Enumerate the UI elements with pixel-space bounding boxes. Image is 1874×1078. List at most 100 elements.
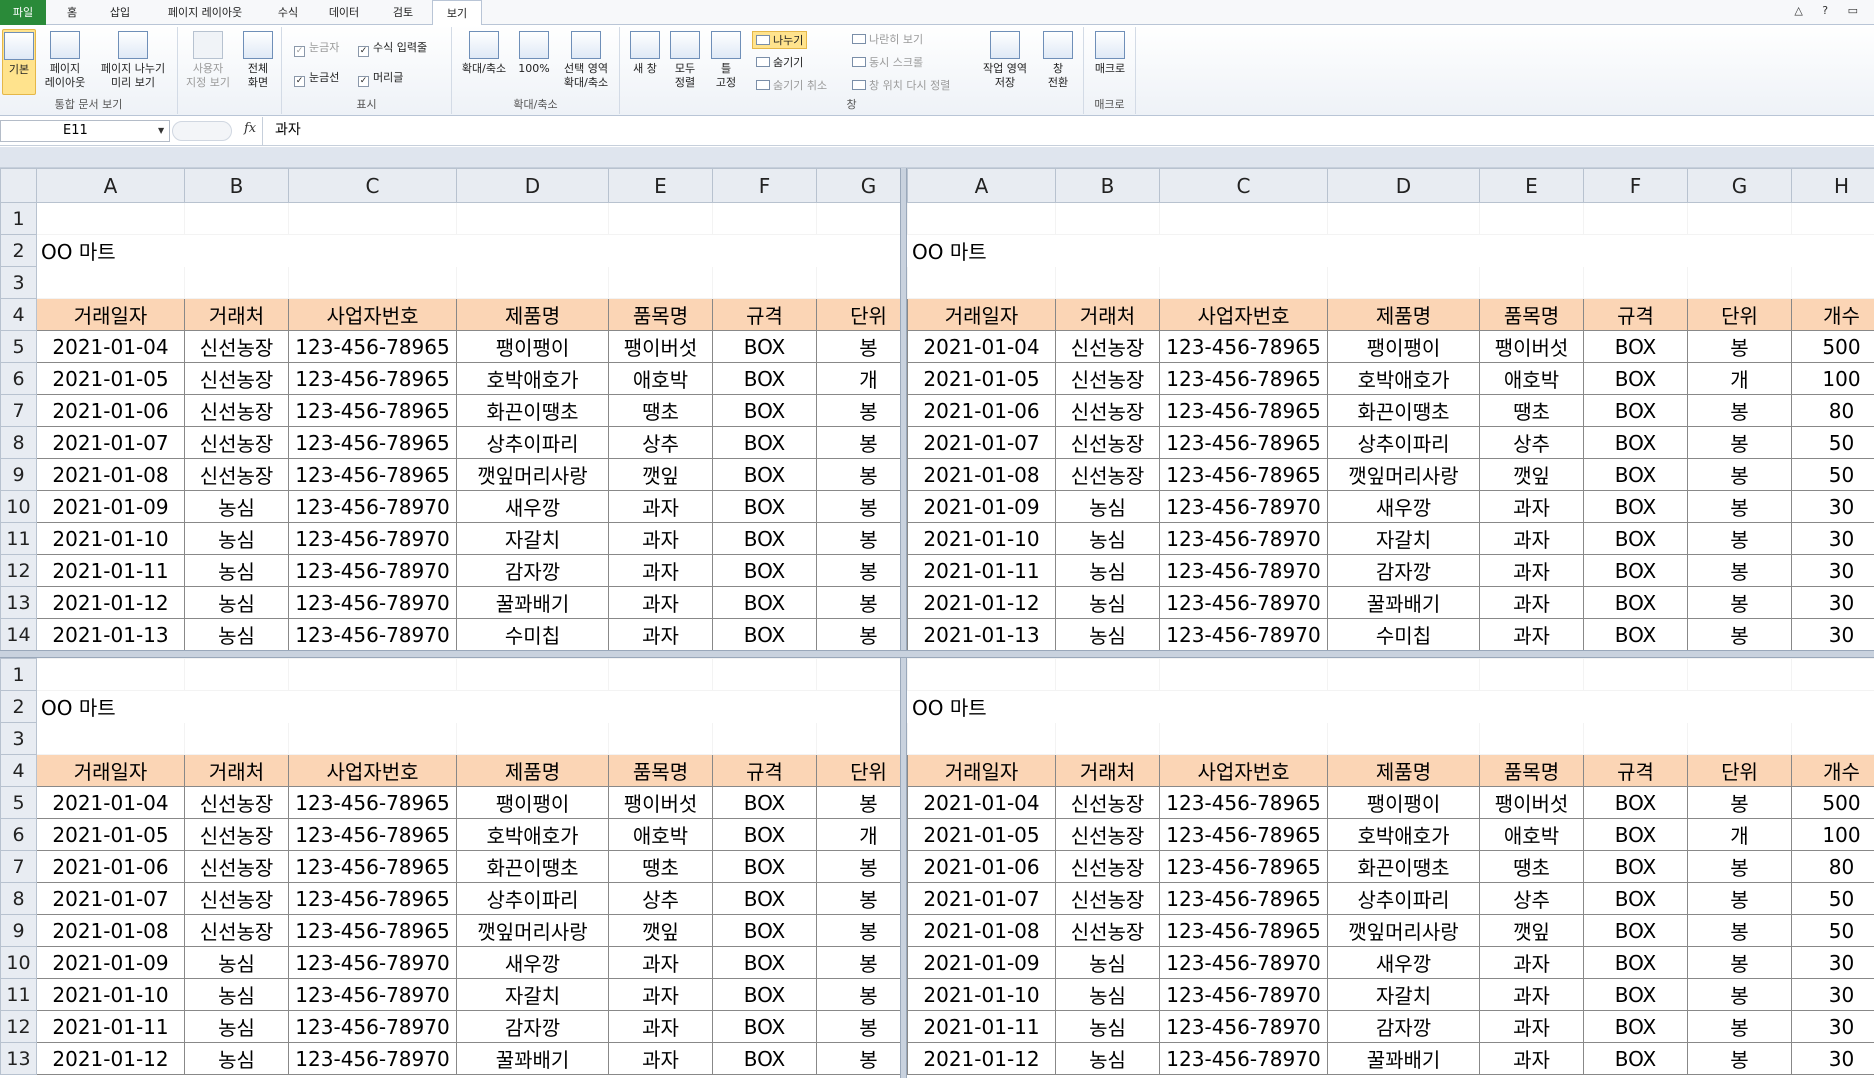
data-cell[interactable]: 애호박 (1479, 362, 1584, 395)
vertical-split-bar[interactable] (900, 168, 907, 1078)
data-cell[interactable]: 팽이버섯 (608, 786, 713, 819)
cell[interactable] (816, 234, 900, 267)
data-cell[interactable]: 123-456-78965 (288, 850, 457, 883)
header-cell[interactable]: 거래처 (184, 754, 289, 787)
data-cell[interactable]: 2021-01-09 (36, 490, 185, 523)
data-cell[interactable]: 상추 (608, 882, 713, 915)
column-header[interactable]: A (907, 168, 1056, 203)
data-cell[interactable]: 과자 (1479, 618, 1584, 650)
header-cell[interactable]: 규격 (1583, 298, 1688, 331)
tab-page-layout[interactable]: 페이지 레이아웃 (150, 0, 260, 25)
pane-top-right[interactable]: A B C D E F G H OO 마트 거래일자 거래처 사업자번호 제품명 품목명 규격 단위 개수 202… (907, 168, 1874, 650)
select-all-corner[interactable] (0, 168, 37, 203)
row-header[interactable]: 2 (0, 690, 37, 723)
header-cell[interactable]: 개수 (1791, 298, 1874, 331)
row-header[interactable]: 5 (0, 330, 37, 363)
cell[interactable] (907, 266, 1056, 299)
data-cell[interactable]: 농심 (184, 946, 289, 979)
reset-window-position-button[interactable]: 창 위치 다시 정렬 (852, 77, 950, 93)
cell[interactable] (1159, 722, 1328, 755)
data-cell[interactable]: 123-456-78965 (1159, 330, 1328, 363)
cell[interactable] (1055, 234, 1160, 267)
data-cell[interactable]: BOX (712, 1042, 817, 1075)
data-cell[interactable]: 2021-01-06 (907, 850, 1056, 883)
data-cell[interactable]: 2021-01-13 (907, 618, 1056, 650)
data-cell[interactable]: 봉 (1687, 978, 1792, 1011)
header-cell[interactable]: 사업자번호 (1159, 754, 1328, 787)
data-cell[interactable]: 봉 (1687, 490, 1792, 523)
data-cell[interactable]: 2021-01-11 (36, 554, 185, 587)
data-cell[interactable]: 봉 (816, 458, 900, 491)
data-cell[interactable]: 새우깡 (1327, 490, 1480, 523)
cell[interactable] (1159, 658, 1328, 691)
side-by-side-button[interactable]: 나란히 보기 (852, 31, 923, 47)
data-cell[interactable]: 꿀꽈배기 (456, 1042, 609, 1075)
data-cell[interactable]: 신선농장 (184, 914, 289, 947)
hide-button[interactable]: 숨기기 (756, 54, 803, 70)
tab-formulas[interactable]: 수식 (266, 0, 310, 25)
data-cell[interactable]: 농심 (1055, 1042, 1160, 1075)
data-cell[interactable]: BOX (1583, 362, 1688, 395)
data-cell[interactable]: 123-456-78970 (288, 1010, 457, 1043)
data-cell[interactable]: 봉 (1687, 330, 1792, 363)
column-header[interactable]: B (184, 168, 289, 203)
data-cell[interactable]: 2021-01-06 (36, 850, 185, 883)
column-header[interactable]: B (1055, 168, 1160, 203)
data-cell[interactable]: 신선농장 (184, 330, 289, 363)
data-cell[interactable]: 30 (1791, 586, 1874, 619)
cell[interactable] (1687, 266, 1792, 299)
header-cell[interactable]: 품목명 (1479, 754, 1584, 787)
data-cell[interactable]: 123-456-78970 (1159, 618, 1328, 650)
cell[interactable] (816, 202, 900, 235)
data-cell[interactable]: 봉 (816, 426, 900, 459)
data-cell[interactable]: 개 (1687, 362, 1792, 395)
cell[interactable] (712, 234, 817, 267)
data-cell[interactable]: 2021-01-05 (907, 362, 1056, 395)
data-cell[interactable]: 123-456-78970 (288, 978, 457, 1011)
data-cell[interactable]: 자갈치 (1327, 978, 1480, 1011)
data-cell[interactable]: BOX (712, 394, 817, 427)
data-cell[interactable]: BOX (712, 946, 817, 979)
data-cell[interactable]: 123-456-78965 (288, 394, 457, 427)
row-header[interactable]: 7 (0, 850, 37, 883)
title-cell[interactable]: OO 마트 (907, 234, 1056, 267)
row-header[interactable]: 3 (0, 266, 37, 299)
data-cell[interactable]: 애호박 (1479, 818, 1584, 851)
custom-views-button[interactable]: 사용자 지정 보기 (182, 29, 234, 90)
header-cell[interactable]: 규격 (712, 298, 817, 331)
cell[interactable] (456, 690, 609, 723)
row-header[interactable]: 4 (0, 754, 37, 787)
cell[interactable] (1479, 658, 1584, 691)
data-cell[interactable]: 과자 (608, 978, 713, 1011)
cell[interactable] (907, 722, 1056, 755)
data-cell[interactable]: 2021-01-07 (907, 882, 1056, 915)
data-cell[interactable]: 2021-01-13 (36, 618, 185, 650)
cell[interactable] (608, 234, 713, 267)
data-cell[interactable]: 2021-01-07 (36, 426, 185, 459)
data-cell[interactable]: 봉 (1687, 618, 1792, 650)
data-cell[interactable]: 봉 (1687, 882, 1792, 915)
header-cell[interactable]: 제품명 (1327, 298, 1480, 331)
header-cell[interactable]: 제품명 (1327, 754, 1480, 787)
cell[interactable] (1159, 690, 1328, 723)
cell[interactable] (608, 658, 713, 691)
horizontal-split-bar[interactable] (0, 650, 1874, 658)
data-cell[interactable]: 봉 (1687, 522, 1792, 555)
data-cell[interactable]: 개 (1687, 818, 1792, 851)
cell[interactable] (184, 722, 289, 755)
cell[interactable] (1791, 658, 1874, 691)
data-cell[interactable]: 개 (816, 818, 900, 851)
new-window-button[interactable]: 새 창 (626, 29, 664, 76)
header-cell[interactable]: 품목명 (608, 754, 713, 787)
data-cell[interactable]: 땡초 (1479, 394, 1584, 427)
data-cell[interactable]: 깻잎 (1479, 458, 1584, 491)
data-cell[interactable]: 신선농장 (184, 882, 289, 915)
data-cell[interactable]: 123-456-78970 (1159, 522, 1328, 555)
header-cell[interactable]: 단위 (1687, 298, 1792, 331)
data-cell[interactable]: 농심 (184, 1042, 289, 1075)
data-cell[interactable]: 농심 (184, 1010, 289, 1043)
cell[interactable] (184, 202, 289, 235)
data-cell[interactable]: 2021-01-06 (36, 394, 185, 427)
header-cell[interactable]: 거래처 (184, 298, 289, 331)
cell[interactable] (1791, 722, 1874, 755)
